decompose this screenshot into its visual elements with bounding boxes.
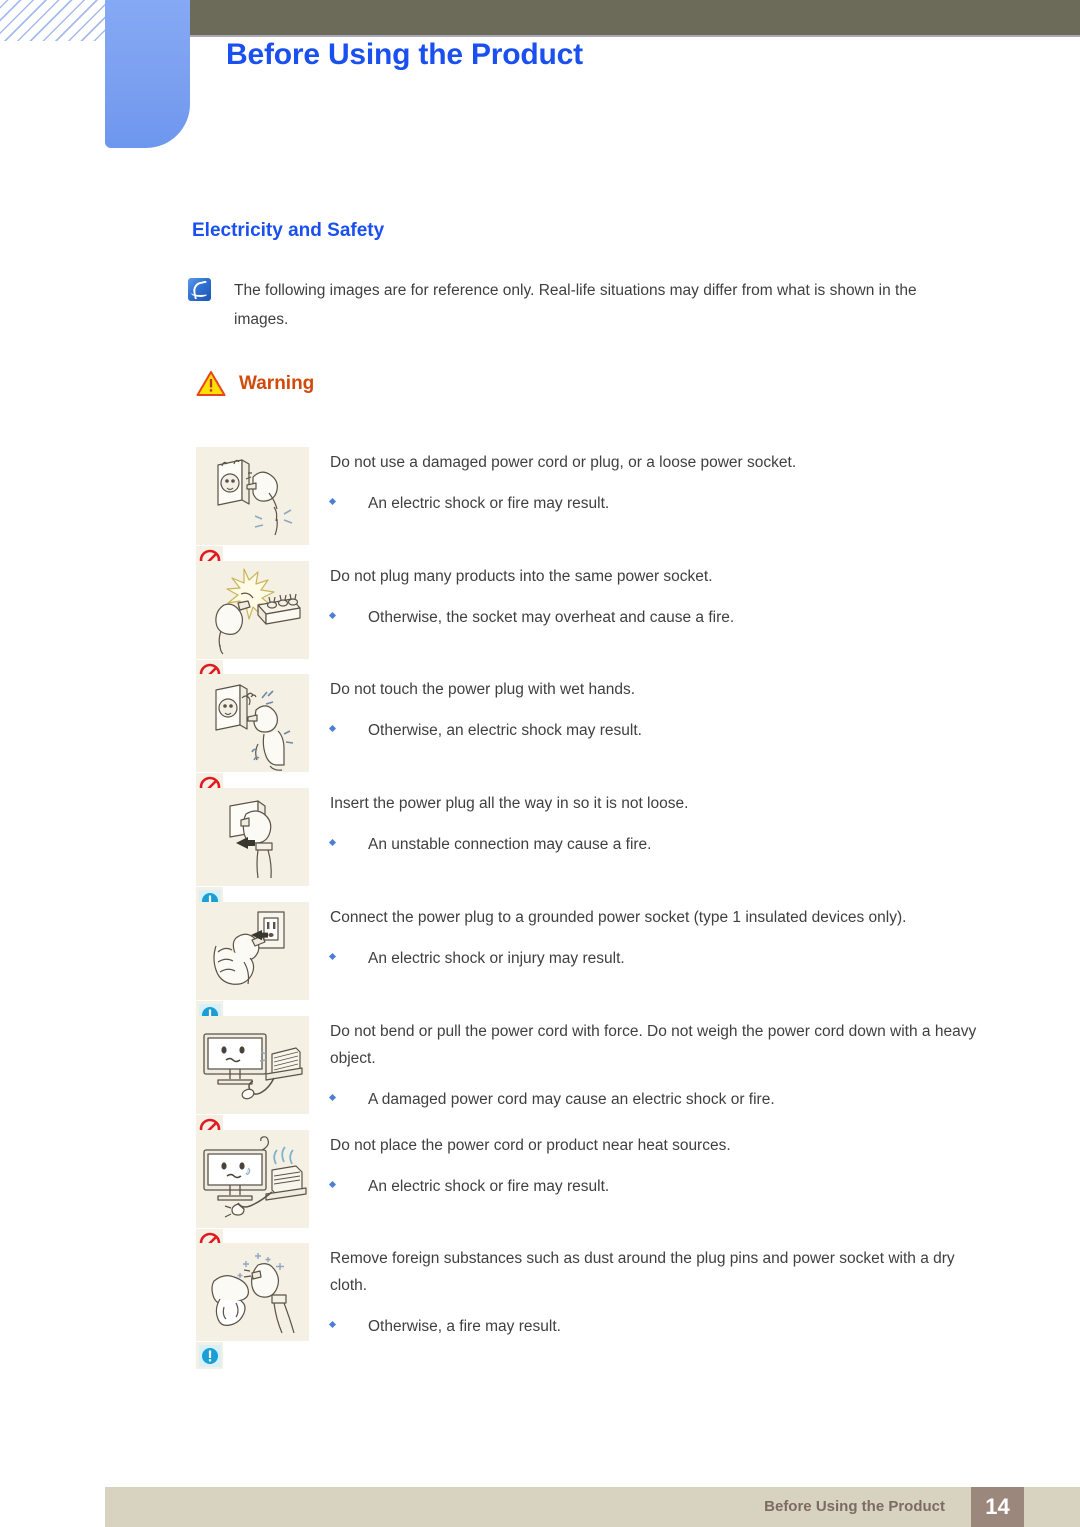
note-text: The following images are for reference o… [234, 282, 917, 328]
bullet-marker [328, 497, 337, 506]
page-footer: Before Using the Product 14 [105, 1487, 1080, 1527]
safety-bullet: A damaged power cord may cause an electr… [328, 1086, 980, 1113]
safety-statement: Do not plug many products into the same … [330, 568, 713, 585]
safety-bullet: An unstable connection may cause a fire. [328, 831, 688, 858]
safety-item: Do not bend or pull the power cord with … [196, 1016, 986, 1142]
safety-bullet: An electric shock or injury may result. [328, 945, 906, 972]
section-title: Electricity and Safety [192, 220, 385, 241]
safety-bullet-text: An unstable connection may cause a fire. [368, 836, 652, 853]
reference-note: The following images are for reference o… [188, 276, 958, 334]
header-blue-tab [105, 0, 190, 148]
bullet-marker [328, 1180, 337, 1189]
safety-item-text: Connect the power plug to a grounded pow… [328, 902, 907, 972]
cord-near-heat-source-illustration [196, 1130, 309, 1228]
safety-item: Do not touch the power plug with wet han… [196, 674, 986, 800]
caution-icon [196, 1342, 223, 1369]
safety-bullet-text: Otherwise, an electric shock may result. [368, 722, 642, 739]
safety-statement: Do not touch the power plug with wet han… [330, 681, 636, 698]
overloaded-power-strip-illustration [196, 561, 309, 659]
safety-item-text: Do not place the power cord or product n… [328, 1130, 731, 1200]
safety-bullet-text: An electric shock or fire may result. [368, 495, 610, 512]
damaged-power-cord-illustration [196, 447, 309, 545]
insert-plug-fully-illustration [196, 788, 309, 886]
header-bar [188, 0, 1080, 37]
bullet-marker [328, 838, 337, 847]
safety-item: Do not plug many products into the same … [196, 561, 986, 687]
decorative-hatch-pattern [0, 0, 108, 41]
safety-statement: Do not bend or pull the power cord with … [330, 1023, 977, 1067]
bullet-marker [328, 611, 337, 620]
safety-bullet-text: Otherwise, a fire may result. [368, 1318, 561, 1335]
bullet-marker [328, 952, 337, 961]
grounded-socket-illustration [196, 902, 309, 1000]
safety-item-text: Insert the power plug all the way in so … [328, 788, 689, 858]
safety-item-text: Do not bend or pull the power cord with … [328, 1016, 980, 1113]
safety-item-text: Remove foreign substances such as dust a… [328, 1243, 980, 1340]
safety-bullet: Otherwise, a fire may result. [328, 1313, 980, 1340]
safety-item: Insert the power plug all the way in so … [196, 788, 986, 914]
safety-bullet: Otherwise, an electric shock may result. [328, 717, 642, 744]
safety-item: Do not use a damaged power cord or plug,… [196, 447, 986, 573]
safety-item-text: Do not plug many products into the same … [328, 561, 735, 631]
safety-bullet-text: An electric shock or injury may result. [368, 950, 625, 967]
footer-page-number: 14 [971, 1487, 1024, 1527]
safety-bullet: An electric shock or fire may result. [328, 490, 796, 517]
safety-bullet-text: An electric shock or fire may result. [368, 1178, 610, 1195]
wet-hands-plug-illustration [196, 674, 309, 772]
bullet-marker [328, 1093, 337, 1102]
bullet-marker [328, 1320, 337, 1329]
safety-item: Connect the power plug to a grounded pow… [196, 902, 986, 1028]
safety-statement: Insert the power plug all the way in so … [330, 795, 689, 812]
safety-statement: Remove foreign substances such as dust a… [330, 1250, 955, 1294]
bullet-marker [328, 724, 337, 733]
warning-triangle-icon [196, 370, 226, 397]
safety-item: Do not place the power cord or product n… [196, 1130, 986, 1256]
safety-statement: Do not place the power cord or product n… [330, 1137, 731, 1154]
warning-heading: Warning [196, 370, 314, 397]
safety-bullet-text: A damaged power cord may cause an electr… [368, 1091, 775, 1108]
warning-label: Warning [239, 372, 315, 394]
safety-statement: Connect the power plug to a grounded pow… [330, 909, 907, 926]
safety-item-text: Do not use a damaged power cord or plug,… [328, 447, 797, 517]
safety-statement: Do not use a damaged power cord or plug,… [330, 454, 797, 471]
note-icon [188, 278, 211, 301]
safety-item-text: Do not touch the power plug with wet han… [328, 674, 642, 744]
bent-cord-heavy-object-illustration [196, 1016, 309, 1114]
safety-bullet: An electric shock or fire may result. [328, 1173, 731, 1200]
safety-bullet-text: Otherwise, the socket may overheat and c… [368, 609, 735, 626]
safety-item: Remove foreign substances such as dust a… [196, 1243, 986, 1369]
footer-chapter-label: Before Using the Product [764, 1498, 945, 1515]
page-title: Before Using the Product [226, 38, 583, 71]
safety-bullet: Otherwise, the socket may overheat and c… [328, 604, 735, 631]
clean-plug-pins-illustration [196, 1243, 309, 1341]
